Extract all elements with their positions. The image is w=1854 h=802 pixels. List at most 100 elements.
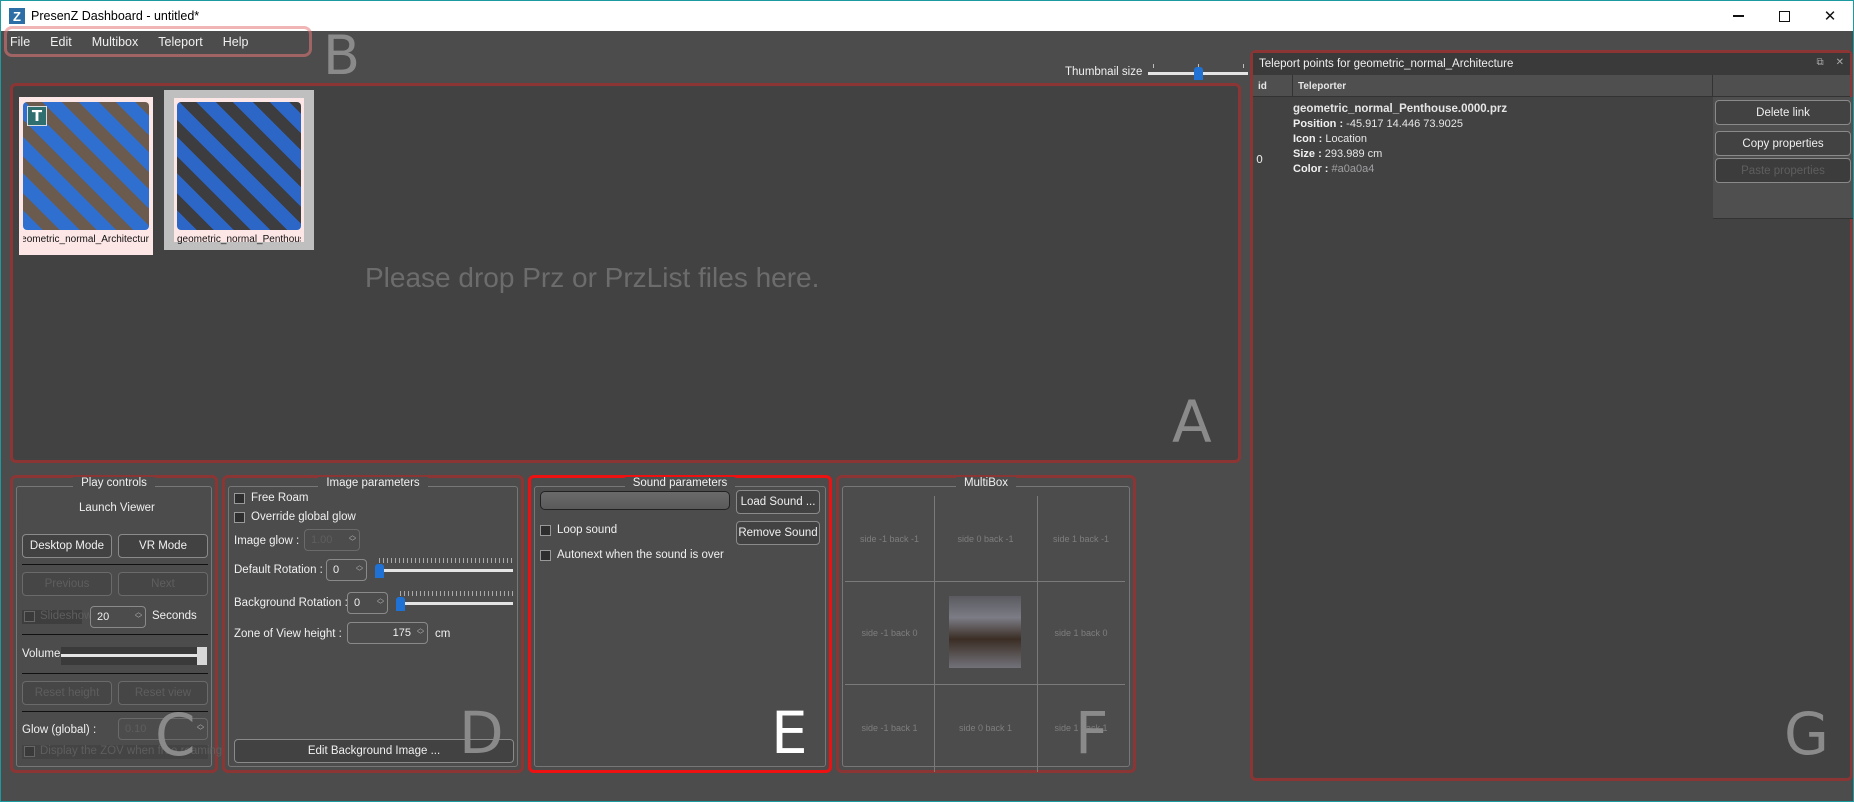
title-bar: Z PresenZ Dashboard - untitled* ✕ bbox=[1, 1, 1853, 31]
paste-properties-button[interactable]: Paste properties bbox=[1715, 158, 1851, 183]
teleporter-file: geometric_normal_Penthouse.0000.prz bbox=[1293, 103, 1508, 115]
file-drop-area[interactable]: T geometric_normal_Architectur geometric… bbox=[10, 83, 1241, 463]
zov-height-label: Zone of View height : bbox=[234, 628, 342, 640]
zov-height-spinbox[interactable]: 175 ︿ ﹀ bbox=[347, 622, 428, 644]
spin-arrows-icon[interactable]: ︿ ﹀ bbox=[197, 721, 204, 735]
icon-label: Icon : bbox=[1293, 133, 1323, 145]
image-glow-spinbox[interactable]: 1.00 ︿ ﹀ bbox=[304, 529, 360, 551]
close-icon: ✕ bbox=[1823, 7, 1837, 25]
thumbnail-card: geometric_normal_Penthouse bbox=[174, 98, 304, 245]
slideshow-seconds-spinbox[interactable]: 20 ︿ ﹀ bbox=[90, 606, 146, 628]
previous-button[interactable]: Previous bbox=[22, 572, 112, 596]
remove-sound-button[interactable]: Remove Sound bbox=[736, 521, 820, 545]
slider-handle[interactable] bbox=[375, 564, 384, 578]
panel-title: Teleport points for geometric_normal_Arc… bbox=[1259, 58, 1514, 70]
table-row[interactable]: 0 geometric_normal_Penthouse.0000.prz Po… bbox=[1253, 97, 1713, 219]
table-header: id Teleporter bbox=[1253, 75, 1850, 97]
region-label-a: A bbox=[1172, 388, 1212, 456]
multibox-cell[interactable]: side 0 back 1 bbox=[934, 684, 1037, 772]
launch-viewer-label: Launch Viewer bbox=[79, 502, 155, 514]
slider-handle[interactable] bbox=[396, 597, 405, 611]
window-controls: ✕ bbox=[1715, 1, 1853, 31]
background-rotation-slider[interactable] bbox=[396, 591, 513, 611]
spin-arrows-icon[interactable]: ︿ ﹀ bbox=[349, 532, 356, 546]
volume-slider[interactable] bbox=[61, 647, 207, 665]
autonext-checkbox[interactable] bbox=[540, 550, 551, 561]
next-button[interactable]: Next bbox=[118, 572, 208, 596]
thumbnail-item[interactable]: T geometric_normal_Architectur bbox=[19, 97, 153, 255]
slider-tick bbox=[1243, 64, 1245, 68]
slider-handle[interactable] bbox=[1193, 67, 1203, 80]
slider-handle[interactable] bbox=[197, 647, 207, 665]
size-label: Size : bbox=[1293, 148, 1322, 160]
spinbox-value: 1.00 bbox=[311, 534, 333, 546]
background-rotation-spinbox[interactable]: 0 ︿ ﹀ bbox=[347, 592, 388, 614]
spin-arrows-icon[interactable]: ︿ ﹀ bbox=[135, 609, 142, 623]
multibox-cell[interactable]: side 1 back -1 bbox=[1037, 496, 1125, 581]
sound-path-field[interactable] bbox=[540, 491, 730, 510]
maximize-icon bbox=[1778, 10, 1790, 22]
close-panel-icon[interactable]: ✕ bbox=[1836, 57, 1844, 68]
delete-link-button[interactable]: Delete link bbox=[1715, 100, 1851, 125]
override-glow-label: Override global glow bbox=[251, 511, 356, 523]
float-panel-icon[interactable]: ⧉ bbox=[1816, 57, 1823, 68]
spin-arrows-icon[interactable]: ︿ ﹀ bbox=[356, 562, 363, 576]
spinbox-value: 20 bbox=[97, 611, 110, 623]
group-title-text: Sound parameters bbox=[624, 477, 736, 489]
menu-edit[interactable]: Edit bbox=[50, 35, 72, 49]
position-value: -45.917 14.446 73.9025 bbox=[1346, 118, 1463, 130]
multibox-cell[interactable]: side 1 back 0 bbox=[1037, 581, 1125, 684]
free-roam-checkbox[interactable] bbox=[234, 493, 245, 504]
copy-properties-button[interactable]: Copy properties bbox=[1715, 131, 1851, 156]
multibox-cell[interactable]: side -1 back 1 bbox=[845, 684, 934, 772]
menu-file[interactable]: File bbox=[10, 35, 30, 49]
loop-sound-checkbox[interactable] bbox=[540, 525, 551, 536]
image-parameters-group: Image parameters Free Roam Override glob… bbox=[222, 475, 524, 773]
display-zov-checkbox[interactable] bbox=[24, 746, 35, 757]
slideshow-checkbox[interactable] bbox=[24, 611, 35, 622]
multibox-cell[interactable]: side -1 back 0 bbox=[845, 581, 934, 684]
multibox-cell[interactable]: side 1 back 1 bbox=[1037, 684, 1125, 772]
color-value: #a0a0a4 bbox=[1331, 163, 1375, 175]
desktop-mode-button[interactable]: Desktop Mode bbox=[22, 534, 112, 558]
close-button[interactable]: ✕ bbox=[1807, 1, 1853, 31]
thumbnail-size-slider[interactable] bbox=[1148, 63, 1249, 81]
multibox-grid: side -1 back -1 side 0 back -1 side 1 ba… bbox=[845, 496, 1125, 772]
thumbnail-item-selected[interactable]: geometric_normal_Penthouse bbox=[164, 90, 314, 250]
color-line: Color : #a0a0a4 bbox=[1293, 162, 1507, 177]
minimize-icon bbox=[1732, 15, 1744, 17]
slider-track bbox=[375, 569, 513, 572]
panel-header: Teleport points for geometric_normal_Arc… bbox=[1253, 53, 1850, 75]
edit-background-image-button[interactable]: Edit Background Image ... bbox=[234, 739, 514, 763]
reset-height-button[interactable]: Reset height bbox=[22, 681, 112, 705]
group-title-text: Play controls bbox=[73, 477, 155, 489]
spin-arrows-icon[interactable]: ︿ ﹀ bbox=[377, 595, 384, 609]
size-value: 293.989 cm bbox=[1324, 148, 1383, 160]
thumbnail-image bbox=[177, 102, 301, 230]
maximize-button[interactable] bbox=[1761, 1, 1807, 31]
image-glow-label: Image glow : bbox=[234, 535, 300, 547]
divider bbox=[22, 564, 208, 565]
menu-help[interactable]: Help bbox=[223, 35, 249, 49]
glow-global-spinbox[interactable]: 0.10 ︿ ﹀ bbox=[118, 718, 208, 740]
region-label-g: G bbox=[1784, 700, 1829, 768]
group-title-text: Image parameters bbox=[318, 477, 428, 489]
multibox-cell[interactable]: side -1 back -1 bbox=[845, 496, 934, 581]
reset-view-button[interactable]: Reset view bbox=[118, 681, 208, 705]
icon-value: Location bbox=[1325, 133, 1367, 145]
multibox-cell[interactable]: side 0 back -1 bbox=[934, 496, 1037, 581]
column-header-id[interactable]: id bbox=[1253, 75, 1293, 97]
play-controls-group: Play controls Launch Viewer Desktop Mode… bbox=[10, 475, 222, 773]
menu-teleport[interactable]: Teleport bbox=[158, 35, 202, 49]
default-rotation-spinbox[interactable]: 0 ︿ ﹀ bbox=[326, 559, 367, 581]
column-header-teleporter[interactable]: Teleporter bbox=[1293, 75, 1713, 97]
minimize-button[interactable] bbox=[1715, 1, 1761, 31]
multibox-cell-center[interactable] bbox=[934, 581, 1037, 684]
default-rotation-slider[interactable] bbox=[375, 558, 513, 578]
override-glow-checkbox[interactable] bbox=[234, 512, 245, 523]
load-sound-button[interactable]: Load Sound ... bbox=[736, 490, 820, 514]
vr-mode-button[interactable]: VR Mode bbox=[118, 534, 208, 558]
row-actions: Delete link Copy properties Paste proper… bbox=[1713, 97, 1853, 219]
menu-multibox[interactable]: Multibox bbox=[92, 35, 139, 49]
spin-arrows-icon[interactable]: ︿ ﹀ bbox=[417, 625, 424, 639]
